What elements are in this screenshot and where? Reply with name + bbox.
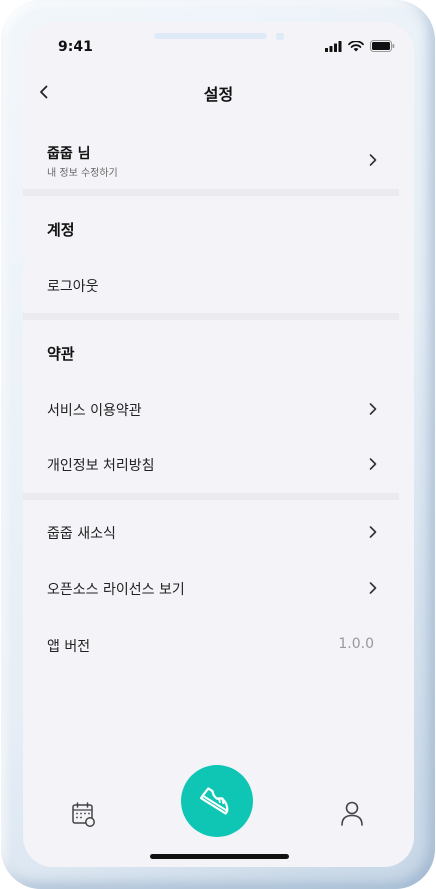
privacy-policy-row[interactable]: 개인정보 처리방침 bbox=[23, 446, 414, 482]
profile-edit-subtitle: 내 정보 수정하기 bbox=[47, 168, 118, 179]
account-section-title: 계정 bbox=[47, 221, 75, 239]
app-version-value: 1.0.0 bbox=[338, 636, 374, 652]
open-source-license-row[interactable]: 오픈소스 라이선스 보기 bbox=[23, 570, 414, 606]
sneaker-icon bbox=[199, 787, 229, 815]
news-row[interactable]: 줍줍 새소식 bbox=[23, 514, 414, 550]
status-time: 9:41 bbox=[58, 39, 93, 55]
speaker-notch bbox=[154, 33, 267, 39]
profile-name: 줍줍 님 bbox=[47, 146, 91, 162]
section-divider bbox=[23, 493, 399, 500]
battery-icon bbox=[370, 40, 395, 52]
chevron-right-icon bbox=[366, 581, 380, 595]
profile-row[interactable]: 줍줍 님 내 정보 수정하기 bbox=[23, 134, 414, 186]
section-divider bbox=[23, 189, 399, 196]
device-frame: 9:41 설정 줍줍 님 내 정보 수정하기 계정 로그아웃 약관 서비스 이용… bbox=[1, 0, 435, 889]
logout-label: 로그아웃 bbox=[47, 279, 99, 295]
chevron-right-icon bbox=[366, 457, 380, 471]
user-icon bbox=[341, 801, 363, 826]
terms-of-service-row[interactable]: 서비스 이용약관 bbox=[23, 391, 414, 427]
terms-section-title: 약관 bbox=[47, 345, 75, 363]
news-label: 줍줍 새소식 bbox=[47, 526, 116, 542]
status-icons bbox=[325, 40, 395, 52]
signal-icon bbox=[325, 40, 342, 52]
section-divider bbox=[23, 313, 399, 320]
page-title: 설정 bbox=[203, 85, 234, 104]
privacy-policy-label: 개인정보 처리방침 bbox=[47, 458, 155, 474]
chevron-right-icon bbox=[366, 525, 380, 539]
calendar-nav-button[interactable] bbox=[70, 800, 98, 830]
chevron-right-icon bbox=[366, 153, 380, 167]
logout-row[interactable]: 로그아웃 bbox=[23, 268, 414, 302]
home-indicator bbox=[150, 854, 289, 859]
chevron-right-icon bbox=[366, 402, 380, 416]
open-source-license-label: 오픈소스 라이선스 보기 bbox=[47, 582, 185, 598]
profile-nav-button[interactable] bbox=[339, 798, 365, 828]
camera-notch bbox=[276, 33, 284, 40]
calendar-icon bbox=[72, 802, 95, 827]
app-version-row: 앱 버전 1.0.0 bbox=[23, 627, 414, 663]
terms-of-service-label: 서비스 이용약관 bbox=[47, 403, 142, 419]
app-screen: 9:41 설정 줍줍 님 내 정보 수정하기 계정 로그아웃 약관 서비스 이용… bbox=[23, 22, 414, 867]
app-version-label: 앱 버전 bbox=[47, 639, 91, 655]
walk-fab-button[interactable] bbox=[181, 765, 253, 837]
wifi-icon bbox=[348, 40, 364, 51]
